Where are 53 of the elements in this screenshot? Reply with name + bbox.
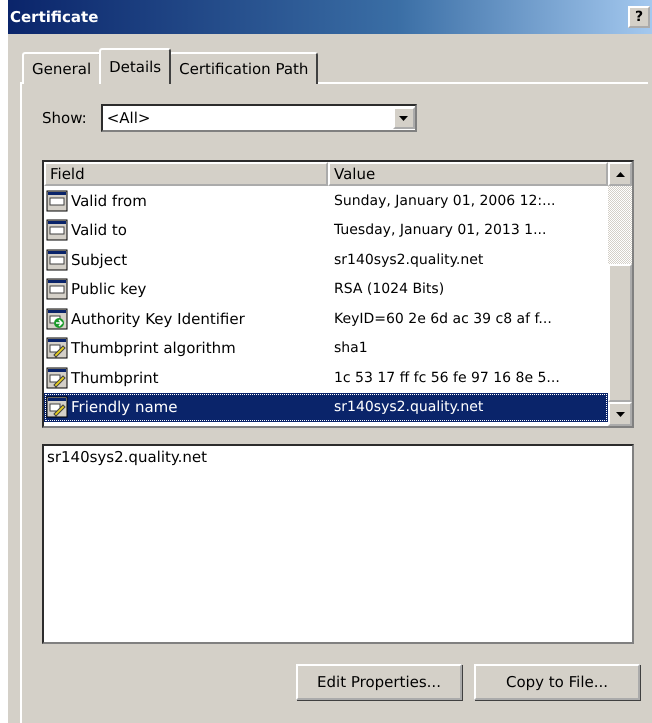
field-value: Sunday, January 01, 2006 12:... — [333, 192, 556, 209]
show-dropdown[interactable]: <All> — [100, 104, 417, 132]
field-name: Friendly name — [71, 398, 178, 416]
list-row[interactable]: Thumbprint 1c 53 17 ff fc 56 fe 97 16 8e 5... — [44, 363, 608, 392]
field-name: Thumbprint algorithm — [71, 339, 236, 358]
show-label: Show: — [42, 109, 87, 127]
tab[interactable]: General — [22, 52, 102, 84]
field-name: Authority Key Identifier — [71, 310, 245, 328]
list-row[interactable]: Valid to Tuesday, January 01, 2013 1... — [44, 216, 608, 245]
action-button[interactable]: Copy to File... — [474, 664, 640, 700]
field-icon — [46, 278, 68, 300]
field-name: Public key — [71, 280, 146, 298]
field-value: 1c 53 17 ff fc 56 fe 97 16 8e 5... — [333, 370, 561, 386]
scroll-down-button[interactable] — [608, 402, 632, 426]
field-icon — [46, 337, 68, 360]
field-icon — [46, 366, 68, 389]
field-value: KeyID=60 2e 6d ac 39 c8 af f... — [333, 310, 553, 327]
window-title: Certificate — [10, 8, 98, 26]
field-value: sr140sys2.quality.net — [333, 252, 484, 268]
field-name: Valid from — [71, 192, 147, 210]
help-button[interactable]: ? — [628, 6, 650, 28]
field-icon — [46, 248, 68, 271]
list-row[interactable]: Friendly name sr140sys2.quality.net — [44, 392, 608, 422]
field-icon — [46, 308, 68, 330]
up-arrow-icon — [616, 172, 624, 176]
field-icon — [46, 219, 68, 242]
field-icon — [46, 396, 68, 418]
tab[interactable]: Certification Path — [169, 52, 318, 84]
list-row[interactable]: Thumbprint algorithm sha1 — [44, 334, 608, 363]
list-row[interactable]: Public key RSA (1024 Bits) — [44, 274, 608, 304]
field-name: Valid to — [71, 221, 127, 240]
scrollbar[interactable] — [608, 162, 632, 426]
list-row[interactable]: Subject sr140sys2.quality.net — [44, 245, 608, 274]
list-row[interactable]: Authority Key Identifier KeyID=60 2e 6d ac 39 c8 af f... — [44, 304, 608, 334]
field-value: Tuesday, January 01, 2013 1... — [333, 222, 548, 238]
action-button[interactable]: Edit Properties... — [296, 664, 462, 700]
field-name: Subject — [71, 250, 128, 269]
list-row[interactable]: Valid from Sunday, January 01, 2006 12:... — [44, 186, 608, 216]
down-arrow-icon — [616, 412, 624, 416]
dropdown-button[interactable] — [392, 107, 415, 129]
caret-icon — [399, 116, 408, 120]
column-header[interactable]: Value — [328, 162, 608, 186]
scroll-up-button[interactable] — [608, 162, 632, 186]
detail-text: sr140sys2.quality.net — [47, 448, 207, 466]
field-name: Thumbprint — [71, 368, 159, 387]
field-icon — [46, 190, 68, 212]
tab[interactable]: Details — [99, 48, 172, 84]
detail-field[interactable]: sr140sys2.quality.net — [42, 444, 634, 644]
field-value: sha1 — [333, 340, 369, 356]
column-header[interactable]: Field — [44, 162, 328, 186]
field-value: RSA (1024 Bits) — [333, 281, 446, 298]
field-value: sr140sys2.quality.net — [333, 399, 484, 416]
scroll-thumb[interactable] — [608, 264, 632, 402]
